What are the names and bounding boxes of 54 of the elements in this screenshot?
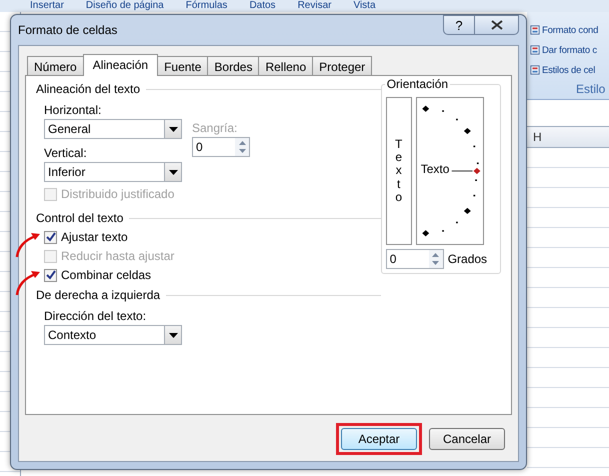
close-button[interactable]: [475, 15, 519, 35]
checkbox-label: Combinar celdas: [61, 268, 152, 282]
vertical-dropdown[interactable]: Inferior: [44, 162, 182, 182]
ribbon-item[interactable]: Estilos de cel: [530, 60, 609, 80]
spin-arrows-icon: [238, 140, 246, 154]
ribbon-tab[interactable]: Fórmulas: [186, 0, 228, 12]
section-title: Alineación del texto: [36, 82, 140, 96]
checkbox[interactable]: [44, 230, 57, 244]
column-header: H: [527, 126, 609, 148]
close-icon: [490, 20, 502, 30]
field-label: Horizontal:: [44, 103, 102, 117]
checkbox-label: Ajustar texto: [61, 230, 128, 244]
ribbon-item[interactable]: Formato cond: [530, 20, 609, 40]
styles-icon: [530, 25, 540, 35]
ribbon-tab[interactable]: Diseño de página: [86, 0, 164, 12]
section-title: De derecha a izquierda: [36, 288, 160, 302]
checkbox-label: Distribuido justificado: [61, 187, 174, 201]
help-button[interactable]: ?: [443, 15, 475, 35]
tab[interactable]: Bordes: [207, 56, 260, 75]
orientation-dial[interactable]: Texto: [416, 97, 484, 245]
indent-spinner[interactable]: 0: [192, 137, 250, 157]
tab[interactable]: Fuente: [157, 56, 208, 75]
dropdown-arrow-icon: [168, 170, 178, 174]
horizontal-dropdown[interactable]: General: [44, 119, 182, 139]
degrees-spinner[interactable]: 0: [386, 249, 444, 269]
vertical-text-option[interactable]: Texto: [386, 97, 412, 245]
tab[interactable]: Número: [27, 56, 84, 75]
dialog-button[interactable]: Cancelar: [429, 428, 505, 450]
spin-arrows-icon: [431, 252, 440, 266]
section-title: Control del texto: [36, 211, 124, 225]
checkbox-label: Reducir hasta ajustar: [61, 249, 174, 263]
field-label: Vertical:: [44, 146, 88, 160]
ribbon-group-label: Estilo: [575, 81, 606, 98]
text-direction-dropdown[interactable]: Contexto: [44, 325, 182, 345]
ribbon-tab[interactable]: Revisar: [298, 0, 332, 12]
dropdown-arrow-icon: [168, 332, 178, 338]
field-label: Dirección del texto:: [44, 309, 148, 323]
ribbon-tab[interactable]: Vista: [353, 0, 376, 12]
field-label: Sangría:: [192, 121, 238, 135]
styles-icon: [530, 65, 540, 75]
window-title: Formato de celdas: [18, 23, 118, 37]
dropdown-arrow-icon: [168, 126, 178, 132]
ribbon-tab[interactable]: Insertar: [30, 0, 64, 12]
ribbon-tab[interactable]: Datos: [249, 0, 276, 12]
tab[interactable]: Proteger: [312, 56, 372, 75]
styles-icon: [530, 45, 540, 55]
field-label: Grados: [448, 252, 488, 266]
checkbox[interactable]: [44, 268, 57, 282]
ribbon-item[interactable]: Dar formato c: [530, 40, 609, 60]
tab[interactable]: Relleno: [258, 56, 314, 75]
tab[interactable]: Alineación: [82, 54, 158, 76]
section-title: Orientación: [384, 77, 450, 91]
dialog-button[interactable]: Aceptar: [341, 428, 417, 450]
dial-text: Texto: [420, 162, 450, 176]
